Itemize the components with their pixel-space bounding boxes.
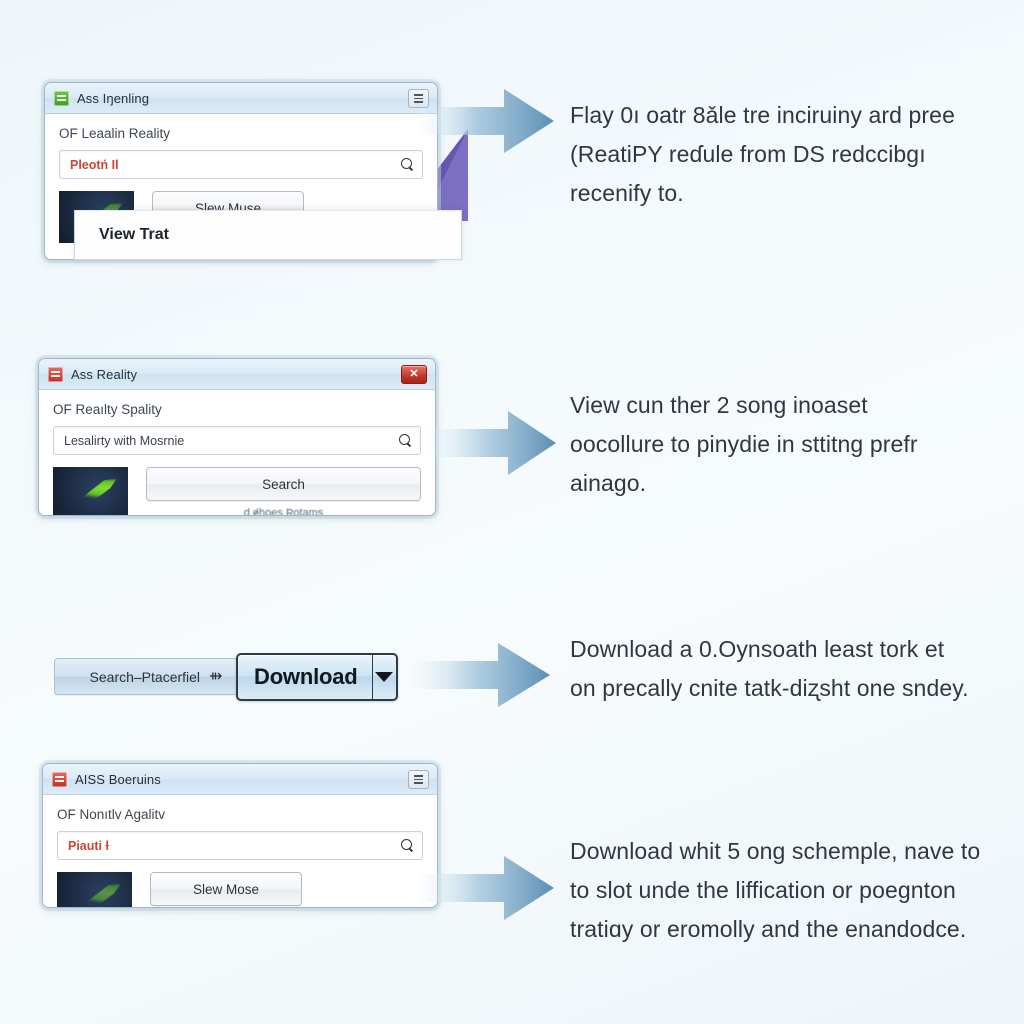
window-titlebar-1[interactable]: Ass Iŋenling — [45, 83, 437, 114]
app-icon-green — [54, 90, 69, 106]
thumbnail-preview[interactable] — [53, 467, 128, 515]
search-input-value: Lesalirty with Mosrnie — [64, 433, 185, 448]
app-icon-red — [48, 366, 63, 382]
arrow-right-icon-3 — [410, 642, 550, 708]
download-button-label: Download — [254, 664, 358, 689]
overlay-popup-label: View Trat — [99, 226, 169, 243]
search-input[interactable]: Piauti ƚ — [57, 831, 423, 860]
window-body-4: OF Nonıtlv Agalitv Piauti ƚ Slew Mose — [43, 795, 437, 907]
window-panel-4[interactable]: AISS Boeruins OF Nonıtlv Agalitv Piauti … — [42, 763, 438, 908]
search-input[interactable]: Pleotń Il — [59, 150, 423, 179]
checkmark-icon — [63, 478, 117, 510]
search-input-value: Pleotń Il — [70, 157, 119, 172]
section-label: OF Leaаlin Reality — [59, 126, 171, 141]
window-body-2: OF Reaılty Spality Lesalirty with Mosrni… — [39, 390, 435, 516]
section-label: OF Reaılty Spality — [53, 402, 162, 417]
action-button[interactable]: Slew Mose — [150, 872, 302, 906]
thumbnail-action-row: Slew Mose — [57, 872, 423, 907]
window-titlebar-2[interactable]: Ass Reality ✕ — [39, 359, 435, 390]
window-title: AISS Boeruins — [75, 771, 161, 787]
window-titlebar-4[interactable]: AISS Boeruins — [43, 764, 437, 795]
window-title: Ass Iŋenling — [77, 90, 150, 106]
arrow-right-icon-1 — [420, 88, 554, 154]
search-placeholder-label: Search–Ptacerfiel — [89, 668, 201, 685]
chevron-down-icon[interactable] — [373, 655, 396, 699]
section-label: OF Nonıtlv Agalitv — [57, 807, 166, 822]
app-icon-red — [52, 771, 67, 787]
chevron-down-icon — [414, 775, 423, 784]
download-button[interactable]: Download — [236, 653, 398, 701]
search-icon[interactable] — [399, 434, 412, 447]
step-caption-3: Download a 0.Oynsoath least tork et on p… — [570, 636, 969, 701]
arrow-right-icon-2 — [428, 410, 556, 476]
thumbnail-preview[interactable] — [57, 872, 132, 907]
checkmark-icon — [67, 883, 121, 907]
search-input[interactable]: Lesalirty with Mosrnie — [53, 426, 421, 455]
thumbnail-action-row: Search ɖ ɇhoes Ʀotams — [53, 467, 421, 516]
step-row-4: AISS Boeruins OF Nonıtlv Agalitv Piauti … — [0, 760, 1024, 1024]
arrow-right-icon-4 — [418, 855, 554, 921]
step-caption-1: Flay 0ı oatr 8ǎle tre inciruiny ard pree… — [570, 102, 955, 206]
close-button[interactable]: ✕ — [401, 365, 427, 384]
step-row-3: Search–Ptacerfiel ⇻ Download Download a … — [0, 560, 1024, 760]
step-row-2: Ass Reality ✕ OF Reaılty Spality Lesalir… — [0, 300, 1024, 560]
search-icon[interactable] — [401, 839, 414, 852]
search-input-value: Piauti ƚ — [68, 838, 109, 853]
search-icon[interactable] — [401, 158, 414, 171]
step-row-1: Ass Iŋenling OF Leaаlin Reality Pleotń I… — [0, 0, 1024, 300]
window-title: Ass Reality — [71, 366, 138, 382]
dropdown-button[interactable] — [408, 770, 429, 789]
step-caption-4: Download whit 5 ong schemple, nave to to… — [570, 838, 981, 942]
search-placeholder-button[interactable]: Search–Ptacerfiel ⇻ — [54, 658, 258, 695]
result-count-label: ɖ ɇhoes Ʀotams — [243, 507, 324, 516]
double-arrow-right-icon: ⇻ — [209, 667, 223, 685]
step-caption-2: View cun ther 2 song inoaset oocollure t… — [570, 392, 918, 496]
search-button[interactable]: Search — [146, 467, 421, 501]
window-panel-2[interactable]: Ass Reality ✕ OF Reaılty Spality Lesalir… — [38, 358, 436, 516]
overlay-popup-1[interactable]: View Trat — [74, 210, 462, 260]
